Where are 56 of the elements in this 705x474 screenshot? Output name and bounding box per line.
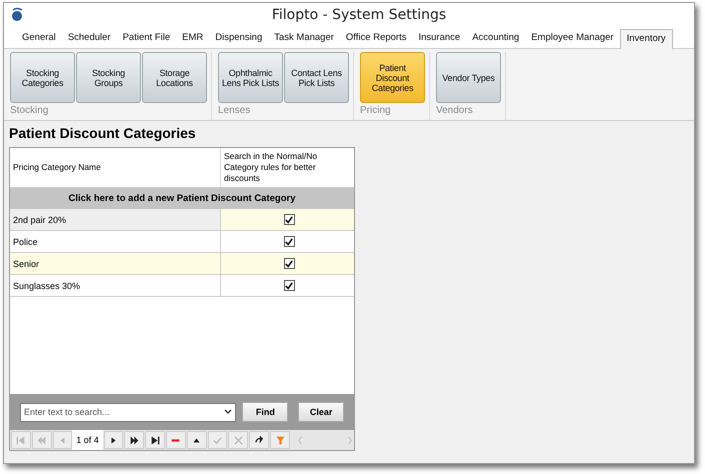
- ribbon-button[interactable]: Stocking Groups: [76, 52, 141, 103]
- column-header: Pricing Category Name: [12, 161, 102, 174]
- group-label: Stocking: [10, 105, 50, 116]
- tab[interactable]: Office Reports: [340, 29, 412, 48]
- ribbon-button[interactable]: Patient Discount Categories: [360, 52, 425, 103]
- group-label: Lenses: [218, 105, 252, 116]
- check-icon: [213, 436, 222, 444]
- dropdown-icon: [224, 409, 232, 415]
- ribbon-button[interactable]: Vendor Types: [436, 52, 501, 103]
- ribbon-button[interactable]: Storage Locations: [142, 52, 207, 103]
- first-icon: [16, 436, 26, 444]
- last-icon: [150, 436, 160, 444]
- close-icon: [234, 436, 243, 444]
- tab[interactable]: Inventory: [620, 29, 673, 49]
- pager-button[interactable]: [124, 431, 144, 449]
- ribbon-button[interactable]: Contact Lens Pick Lists: [284, 52, 349, 103]
- page-title: Patient Discount Categories: [9, 125, 197, 141]
- find-button[interactable]: Find: [242, 402, 288, 422]
- clear-button[interactable]: Clear: [298, 402, 344, 422]
- tab[interactable]: EMR: [176, 29, 210, 48]
- prev-page-icon: [37, 436, 46, 444]
- table-cell: 2nd pair 20%: [10, 209, 220, 230]
- pager-button[interactable]: [249, 431, 270, 449]
- ribbon-button[interactable]: Stocking Categories: [10, 52, 75, 103]
- prev-icon: [58, 436, 68, 444]
- tab[interactable]: Scheduler: [62, 29, 117, 48]
- refresh-icon: [254, 436, 264, 444]
- pager-button[interactable]: [104, 431, 124, 449]
- add-row-button[interactable]: Click here to add a new Patient Discount Category: [10, 188, 354, 209]
- checkbox[interactable]: [284, 280, 294, 291]
- app-logo-icon: [10, 7, 24, 23]
- search-combo-box[interactable]: Enter text to search...: [20, 402, 236, 422]
- pager-button[interactable]: [145, 431, 165, 449]
- window-title: Filopto - System Settings: [270, 7, 448, 23]
- table-cell: Senior: [10, 253, 220, 274]
- checkbox[interactable]: [284, 258, 294, 269]
- next-page-icon: [130, 436, 139, 444]
- checkbox[interactable]: [284, 214, 294, 225]
- search-field[interactable]: Enter text to search...: [24, 407, 204, 417]
- filter-icon: [276, 436, 285, 444]
- tab[interactable]: Employee Manager: [525, 29, 620, 48]
- next-icon: [108, 436, 118, 444]
- pager-button[interactable]: [186, 431, 207, 449]
- tab[interactable]: Accounting: [466, 29, 526, 48]
- tab[interactable]: Insurance: [412, 29, 466, 48]
- group-label: Vendors: [436, 105, 474, 116]
- checkbox[interactable]: [284, 236, 294, 247]
- ribbon-button[interactable]: Ophthalmic Lens Pick Lists: [218, 52, 283, 103]
- tab[interactable]: Task Manager: [268, 29, 340, 48]
- column-header: Search in the Normal/No Category rules for better discounts: [220, 148, 354, 188]
- tab[interactable]: Dispensing: [209, 29, 268, 48]
- tab[interactable]: General: [16, 29, 62, 48]
- group-label: Pricing: [360, 105, 392, 116]
- tab[interactable]: Patient File: [116, 29, 176, 48]
- page-position: 1 of 4: [72, 430, 103, 450]
- up-icon: [192, 436, 202, 444]
